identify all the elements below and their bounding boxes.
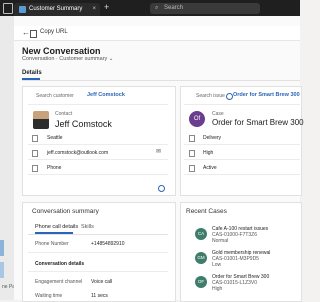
phone-number-label: Phone Number [35, 241, 69, 247]
engagement-channel-label: Engagement channel [35, 279, 83, 285]
left-rail [0, 16, 15, 300]
case-avatar: GM [195, 252, 207, 264]
search-customer-label: Search customer [36, 93, 74, 99]
contact-email[interactable]: jeff.comstock@outlook.com [47, 150, 108, 156]
left-rail-item[interactable] [0, 240, 4, 256]
case-priority: High [203, 150, 214, 156]
list-item[interactable]: Order for Smart Brew 300 CAS-01015-L1Z3V… [212, 274, 269, 292]
search-icon: ⌕ [155, 5, 159, 11]
case-card [180, 86, 302, 196]
case-avatar: OF [195, 276, 207, 288]
page-title: New Conversation [22, 46, 101, 56]
divider [22, 80, 300, 81]
phone-icon [32, 165, 38, 172]
recent-cases-title: Recent Cases [186, 208, 227, 215]
left-rail-item[interactable] [0, 262, 4, 278]
contact-label: Contact [55, 111, 73, 117]
send-email-icon[interactable]: ✉ [156, 148, 161, 155]
phone-number-value: +14854892910 [91, 241, 125, 247]
contact-phone-label: Phone [47, 165, 62, 171]
case-avatar: CA [195, 228, 207, 240]
conversation-summary-title: Conversation summary [32, 208, 99, 215]
case-status: Active [203, 165, 217, 171]
divider [184, 174, 300, 175]
priority-icon [189, 150, 195, 157]
case-icon [226, 93, 233, 100]
divider [28, 252, 168, 253]
divider [28, 159, 168, 160]
case-title[interactable]: Order for Smart Brew 300 [212, 118, 304, 127]
case-label: Case [212, 111, 224, 117]
recent-case-priority: Normal [212, 238, 229, 244]
copy-url-button[interactable]: Copy URL [40, 29, 68, 35]
search-placeholder: Search [164, 5, 184, 11]
tab-customer-summary[interactable]: Customer Summary × [14, 3, 100, 16]
customer-card [22, 86, 176, 196]
waiting-time-label: Waiting time [35, 293, 63, 299]
selected-case-chip[interactable]: Order for Smart Brew 300 [233, 92, 300, 98]
tab-phone-call-details[interactable]: Phone call details [35, 224, 78, 230]
divider [28, 144, 168, 145]
waiting-time-value: 11 secs [91, 293, 108, 299]
search-issue-label: Search issue [196, 93, 225, 99]
app-tab-icon [19, 6, 26, 13]
selected-customer-name[interactable]: Jeff Comstock [87, 92, 125, 98]
recent-case-priority: High [212, 286, 223, 292]
case-avatar: Of [189, 111, 205, 127]
new-tab-button[interactable]: + [104, 2, 109, 12]
close-icon[interactable]: × [92, 3, 96, 16]
engagement-channel-value: Voice call [91, 279, 113, 285]
list-item[interactable]: Cafe A-100 restart issues CAS-01000-F7T3… [212, 226, 268, 244]
list-item[interactable]: Gold membership renewal CAS-01001-M3P9D5… [212, 250, 270, 268]
status-icon [189, 165, 195, 172]
copy-icon[interactable] [30, 30, 37, 38]
email-icon [32, 150, 38, 157]
breadcrumb[interactable]: Conversation · Customer summary ⌄ [22, 56, 113, 62]
case-type-icon [189, 135, 195, 142]
avatar [33, 111, 49, 129]
global-search-input[interactable]: ⌕ Search [150, 3, 260, 14]
contact-icon [158, 185, 165, 192]
contact-city: Seattle [47, 135, 63, 141]
tab-details[interactable]: Details [22, 70, 42, 76]
window-icon[interactable] [3, 3, 13, 14]
location-icon [32, 135, 38, 142]
divider [184, 144, 300, 145]
tab-label: Customer Summary [29, 6, 83, 12]
tab-skills[interactable]: Skills [81, 224, 94, 230]
divider [28, 104, 168, 105]
divider [28, 234, 168, 235]
divider [28, 271, 168, 272]
conversation-details-heading: Conversation details [35, 261, 85, 267]
divider [184, 104, 300, 105]
contact-name[interactable]: Jeff Comstock [55, 119, 112, 129]
case-type: Delivery [203, 135, 222, 141]
divider [28, 174, 168, 175]
recent-case-priority: Low [212, 262, 222, 268]
divider [184, 159, 300, 160]
back-arrow-icon[interactable]: ← [22, 28, 30, 37]
